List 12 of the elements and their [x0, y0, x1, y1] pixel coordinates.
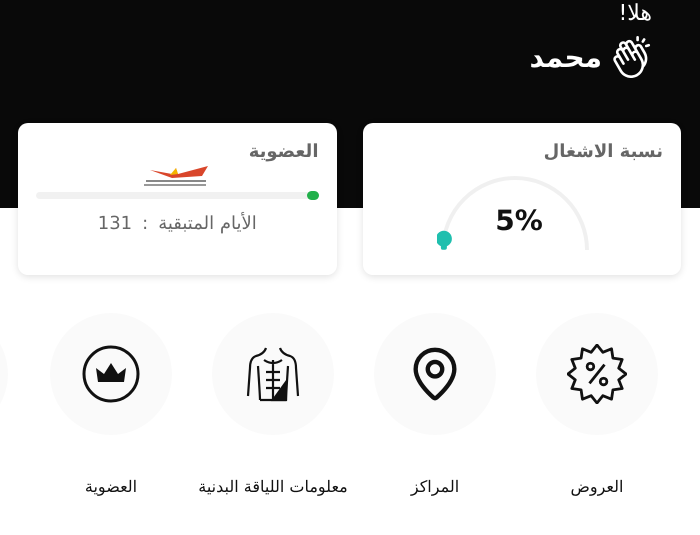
- greeting-text: هلا!: [617, 0, 652, 28]
- occupancy-value: 5%: [494, 204, 543, 237]
- percent-badge-icon: [567, 344, 627, 404]
- user-name: محمد: [530, 40, 602, 74]
- card-title: العضوية: [248, 141, 318, 162]
- torso-icon: [246, 346, 300, 402]
- crown-icon: [81, 344, 141, 404]
- days-separator: :: [142, 213, 148, 234]
- days-value: 131: [98, 213, 132, 234]
- days-label: الأيام المتبقية: [158, 213, 257, 234]
- gauge-thumb[interactable]: [436, 230, 452, 250]
- card-title: نسبة الاشغال: [542, 141, 663, 162]
